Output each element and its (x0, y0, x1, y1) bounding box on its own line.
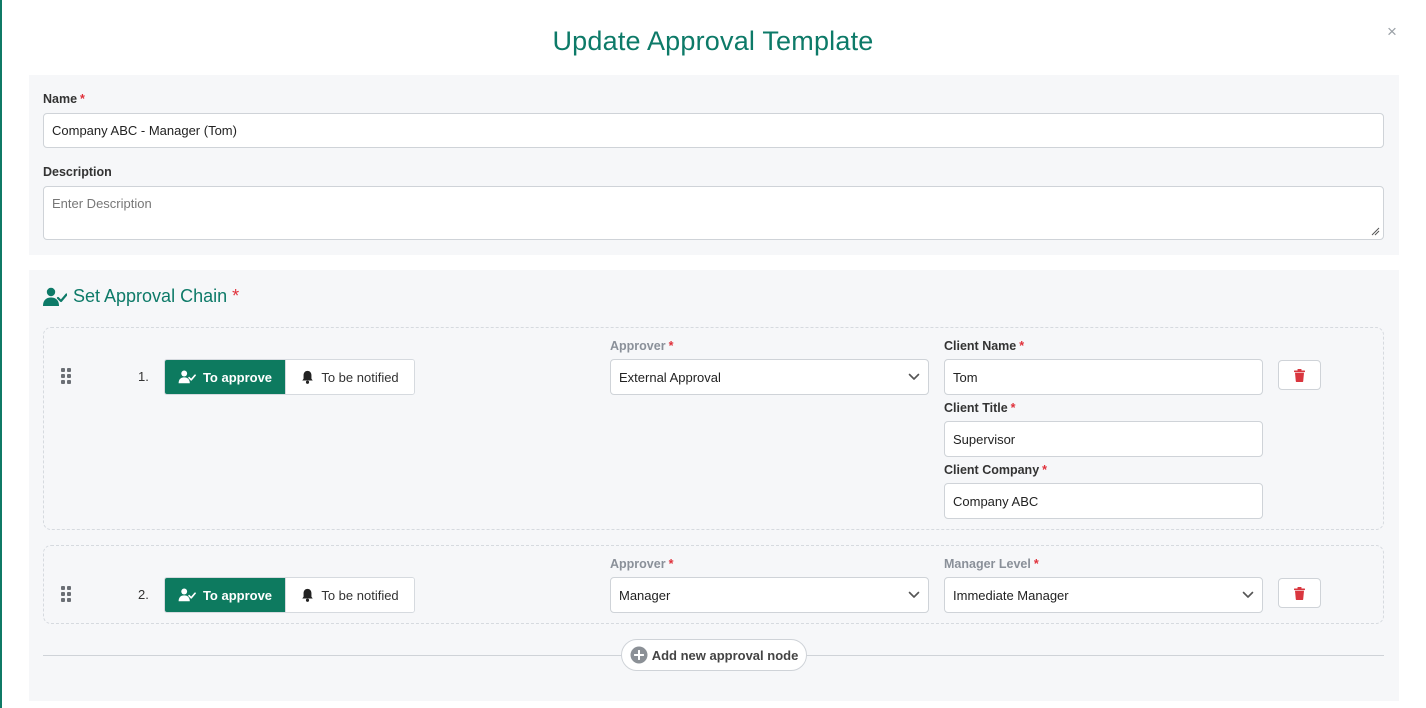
trash-icon (1294, 586, 1305, 600)
user-check-icon (178, 370, 196, 384)
approver-select[interactable]: Manager (610, 577, 929, 613)
node-number: 1. (138, 369, 149, 384)
client-name-label: Client Name * (944, 339, 1024, 353)
approver-label: Approver * (610, 339, 673, 353)
bell-icon (302, 370, 314, 384)
required-mark: * (1033, 557, 1039, 571)
client-title-label-text: Client Title (944, 401, 1008, 415)
to-be-notified-label: To be notified (321, 369, 399, 385)
client-name-value: Tom (953, 369, 978, 385)
required-mark: * (1019, 339, 1025, 353)
approval-chain-title: Set Approval Chain (73, 286, 228, 306)
dialog-title: Update Approval Template (552, 26, 874, 56)
plus-circle-icon (630, 646, 648, 664)
required-mark: * (1010, 401, 1016, 415)
required-mark: * (668, 557, 674, 571)
add-approval-node-label: Add new approval node (651, 647, 799, 663)
approver-label: Approver * (610, 557, 673, 571)
resize-handle-icon[interactable] (1371, 227, 1380, 236)
to-approve-label: To approve (202, 369, 273, 385)
client-name-label-text: Client Name (944, 339, 1017, 353)
required-mark: * (232, 286, 240, 306)
user-check-icon (178, 588, 196, 602)
user-check-icon (43, 287, 67, 306)
node-mode-toggle: To approve To be notified (164, 577, 415, 613)
client-company-label: Client Company * (944, 463, 1047, 477)
client-title-value: Supervisor (953, 431, 1016, 447)
to-be-notified-label: To be notified (321, 587, 399, 603)
delete-node-button[interactable] (1278, 578, 1321, 608)
delete-node-button[interactable] (1278, 360, 1321, 390)
chevron-down-icon (908, 373, 920, 380)
drag-handle-icon[interactable] (61, 368, 71, 384)
description-label: Description (43, 165, 112, 179)
chevron-down-icon (908, 591, 920, 598)
add-approval-node-button[interactable]: Add new approval node (621, 639, 807, 671)
approver-select-value: External Approval (619, 369, 721, 385)
description-placeholder: Enter Description (52, 196, 152, 211)
name-label: Name * (43, 92, 85, 106)
manager-level-label: Manager Level * (944, 557, 1039, 571)
required-mark: * (668, 339, 674, 353)
approver-label-text: Approver (610, 557, 666, 571)
node-number: 2. (138, 587, 149, 602)
to-be-notified-button[interactable]: To be notified (285, 360, 414, 394)
client-company-value: Company ABC (953, 493, 1039, 509)
name-label-text: Name (43, 92, 78, 106)
approver-select-value: Manager (619, 587, 671, 603)
name-input[interactable]: Company ABC - Manager (Tom) (43, 113, 1384, 148)
manager-level-select[interactable]: Immediate Manager (944, 577, 1263, 613)
description-textarea[interactable]: Enter Description (43, 186, 1384, 240)
manager-level-value: Immediate Manager (953, 587, 1069, 603)
close-icon[interactable]: × (1387, 22, 1397, 42)
to-be-notified-button[interactable]: To be notified (285, 578, 414, 612)
required-mark: * (80, 92, 85, 106)
bell-icon (302, 588, 314, 602)
to-approve-label: To approve (202, 587, 273, 603)
approver-label-text: Approver (610, 339, 666, 353)
approver-select[interactable]: External Approval (610, 359, 929, 395)
to-approve-button[interactable]: To approve (165, 360, 285, 394)
client-name-input[interactable]: Tom (944, 359, 1263, 395)
name-input-value: Company ABC - Manager (Tom) (52, 123, 237, 138)
approval-chain-heading: Set Approval Chain * (43, 286, 239, 307)
client-title-input[interactable]: Supervisor (944, 421, 1263, 457)
drag-handle-icon[interactable] (61, 586, 71, 602)
client-title-label: Client Title * (944, 401, 1016, 415)
left-edge-accent (0, 0, 2, 708)
to-approve-button[interactable]: To approve (165, 578, 285, 612)
manager-level-label-text: Manager Level (944, 557, 1031, 571)
trash-icon (1294, 368, 1305, 382)
node-mode-toggle: To approve To be notified (164, 359, 415, 395)
client-company-input[interactable]: Company ABC (944, 483, 1263, 519)
required-mark: * (1042, 463, 1048, 477)
client-company-label-text: Client Company (944, 463, 1040, 477)
chevron-down-icon (1242, 591, 1254, 598)
